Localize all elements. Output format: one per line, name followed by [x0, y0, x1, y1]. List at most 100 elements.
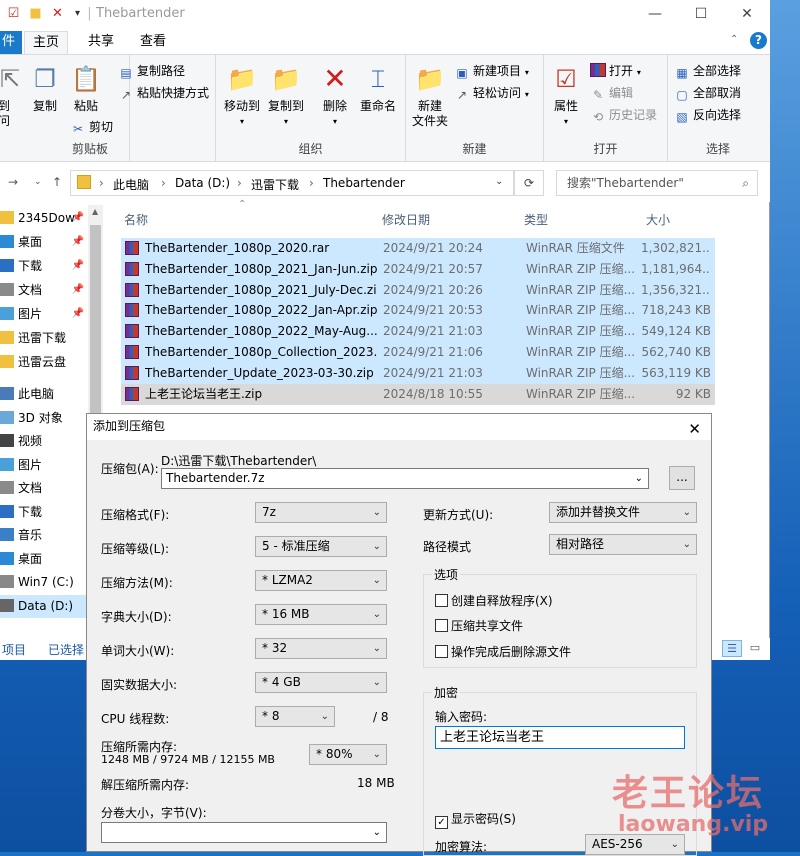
file-row[interactable]: TheBartender_Update_2023-03-30.zip 2024/9… [121, 362, 715, 384]
address-dropdown-icon[interactable]: ⌄ [495, 176, 503, 187]
breadcrumb-xunlei[interactable]: 迅雷下载 [251, 176, 299, 193]
invert-selection-button[interactable]: ▧ 反向选择 [674, 107, 741, 124]
password-input[interactable]: 上老王论坛当老王 [435, 726, 685, 749]
nav-item[interactable]: 2345Dow 📌 [0, 207, 100, 230]
minimize-button[interactable]: — [632, 0, 678, 28]
search-input[interactable]: 搜索"Thebartender" ⌕ [556, 170, 758, 196]
file-row[interactable]: TheBartender_1080p_2021_Jan-Jun.zip 2024/… [121, 258, 715, 280]
tab-share[interactable]: 共享 [80, 31, 122, 54]
close-button[interactable]: ✕ [724, 0, 770, 28]
solid-select[interactable]: * 4 GB ⌄ [255, 672, 387, 693]
recent-locations-icon[interactable]: ⌄ [34, 177, 42, 187]
history-button[interactable]: ⟲ 历史记录 [590, 107, 657, 124]
help-icon[interactable]: ? [750, 32, 767, 49]
nav-item[interactable]: Win7 (C:) [0, 571, 100, 594]
watermark-url: laowang.vip [618, 812, 769, 837]
file-row[interactable]: TheBartender_1080p_2022_May-Aug.... 2024/… [121, 321, 715, 343]
column-size[interactable]: 大小 [646, 211, 670, 228]
large-icons-view-icon[interactable]: ▭ [746, 640, 764, 657]
rename-button[interactable]: ⌶ 重命名 [356, 63, 400, 114]
delete-button[interactable]: ✕ 删除 ▾ [316, 63, 354, 129]
nav-item[interactable]: 图片 [0, 454, 100, 477]
nav-item[interactable]: 文档 [0, 477, 100, 500]
level-select[interactable]: 5 - 标准压缩 ⌄ [255, 536, 387, 557]
file-row[interactable]: TheBartender_1080p_Collection_2023... 202… [121, 342, 715, 363]
compress-shared-checkbox[interactable]: 压缩共享文件 [435, 619, 523, 633]
collapse-ribbon-icon[interactable]: ⌃ [730, 34, 738, 45]
word-select[interactable]: * 32 ⌄ [255, 638, 387, 659]
new-folder-button[interactable]: 📁 新建 文件夹 [410, 63, 450, 129]
new-item-button[interactable]: ▣ 新建项目 ▾ [454, 63, 529, 81]
paste-button[interactable]: 📋 粘贴 [68, 63, 104, 114]
properties-button[interactable]: ☑ 属性 ▾ [548, 63, 584, 129]
format-select[interactable]: 7z ⌄ [255, 502, 387, 523]
delete-after-checkbox[interactable]: 操作完成后删除源文件 [435, 645, 571, 659]
scrollbar-thumb[interactable] [90, 225, 101, 415]
file-row[interactable]: TheBartender_1080p_2020.rar 2024/9/21 20:… [121, 238, 715, 259]
open-button[interactable]: 打开 ▾ [590, 63, 641, 81]
breadcrumb-this-pc[interactable]: 此电脑 [113, 176, 149, 193]
copy-button[interactable]: ❐ 复制 [28, 63, 62, 114]
copy-to-button[interactable]: 📁 复制到 ▾ [266, 63, 306, 129]
tab-view[interactable]: 查看 [132, 31, 174, 54]
properties-quick-icon[interactable]: ☑ [6, 6, 21, 21]
column-name[interactable]: 名称 [124, 211, 148, 228]
tab-file[interactable]: 件 [0, 31, 22, 54]
archive-name-combo[interactable]: Thebartender.7z ⌄ [161, 468, 649, 489]
details-view-icon[interactable]: ☰ [722, 640, 742, 657]
up-icon[interactable]: ↑ [52, 175, 62, 189]
easy-access-button[interactable]: ↗ 轻松访问 ▾ [454, 85, 529, 103]
nav-item[interactable]: 3D 对象 [0, 407, 100, 430]
split-size-combo[interactable]: ⌄ [101, 822, 387, 843]
nav-item[interactable]: 迅雷下载 [0, 327, 100, 350]
new-folder-quick-icon[interactable]: ■ [28, 6, 43, 21]
update-select[interactable]: 添加并替换文件 ⌄ [549, 502, 697, 523]
column-date[interactable]: 修改日期 [382, 211, 430, 228]
maximize-button[interactable]: ☐ [678, 0, 724, 28]
cpu-select[interactable]: * 8 ⌄ [255, 706, 335, 727]
tab-home[interactable]: 主页 [24, 31, 69, 54]
mem-percent-select[interactable]: * 80% ⌄ [309, 744, 387, 765]
breadcrumb-sep-icon: › [99, 176, 104, 190]
nav-item[interactable]: 下载 [0, 501, 100, 524]
archive-name-dropdown-icon[interactable]: ⌄ [635, 469, 643, 488]
refresh-icon[interactable]: ⟳ [514, 170, 544, 196]
back-icon[interactable]: → [8, 175, 18, 189]
dialog-close-icon[interactable]: ✕ [688, 417, 701, 441]
nav-item[interactable]: 音乐 [0, 524, 100, 547]
nav-item[interactable]: 桌面 📌 [0, 231, 100, 254]
show-password-checkbox[interactable]: ✓ 显示密码(S) [435, 812, 516, 829]
breadcrumb-data-drive[interactable]: Data (D:) [175, 176, 230, 190]
file-row[interactable]: TheBartender_1080p_2021_July-Dec.zip 2024… [121, 279, 715, 301]
file-row[interactable]: TheBartender_1080p_2022_Jan-Apr.zip 2024/… [121, 300, 715, 322]
address-bar[interactable]: › 此电脑 › Data (D:) › 迅雷下载 › Thebartender … [70, 170, 514, 196]
browse-button[interactable]: ... [669, 466, 695, 490]
file-type: WinRAR ZIP 压缩... [526, 365, 636, 380]
nav-item[interactable]: 此电脑 [0, 383, 100, 406]
dict-select[interactable]: * 16 MB ⌄ [255, 604, 387, 625]
select-all-button[interactable]: ▦ 全部选择 [674, 63, 741, 80]
edit-button[interactable]: ✎ 编辑 [590, 85, 633, 102]
rename-icon: ⌶ [370, 65, 386, 93]
nav-item[interactable]: 桌面 [0, 548, 100, 571]
move-to-button[interactable]: 📁 移动到 ▾ [222, 63, 262, 129]
column-type[interactable]: 类型 [524, 211, 548, 228]
delete-quick-icon[interactable]: ✕ [50, 6, 65, 21]
pin-quick-access-button[interactable]: ⇱ 到 问 [0, 63, 20, 129]
nav-item[interactable]: Data (D:) [0, 594, 100, 618]
nav-item[interactable]: 视频 [0, 430, 100, 453]
file-row[interactable]: 上老王论坛当老王.zip 2024/8/18 10:55 WinRAR ZIP 压缩… [121, 383, 715, 405]
nav-item[interactable]: 文档 📌 [0, 279, 100, 302]
cut-button[interactable]: ✂ 剪切 [70, 119, 113, 136]
scroll-up-icon[interactable]: ▲ [92, 207, 98, 216]
breadcrumb-thebartender[interactable]: Thebartender [323, 176, 405, 190]
nav-item[interactable]: 图片 📌 [0, 303, 100, 326]
nav-item[interactable]: 下载 📌 [0, 255, 100, 278]
open-group-label: 打开 [593, 142, 618, 156]
create-sfx-checkbox[interactable]: 创建自释放程序(X) [435, 594, 553, 608]
select-none-button[interactable]: ▢ 全部取消 [674, 85, 741, 102]
method-select[interactable]: * LZMA2 ⌄ [255, 570, 387, 591]
nav-item[interactable]: 迅雷云盘 [0, 351, 100, 374]
file-date: 2024/8/18 10:55 [383, 386, 483, 401]
path-mode-select[interactable]: 相对路径 ⌄ [549, 534, 697, 555]
